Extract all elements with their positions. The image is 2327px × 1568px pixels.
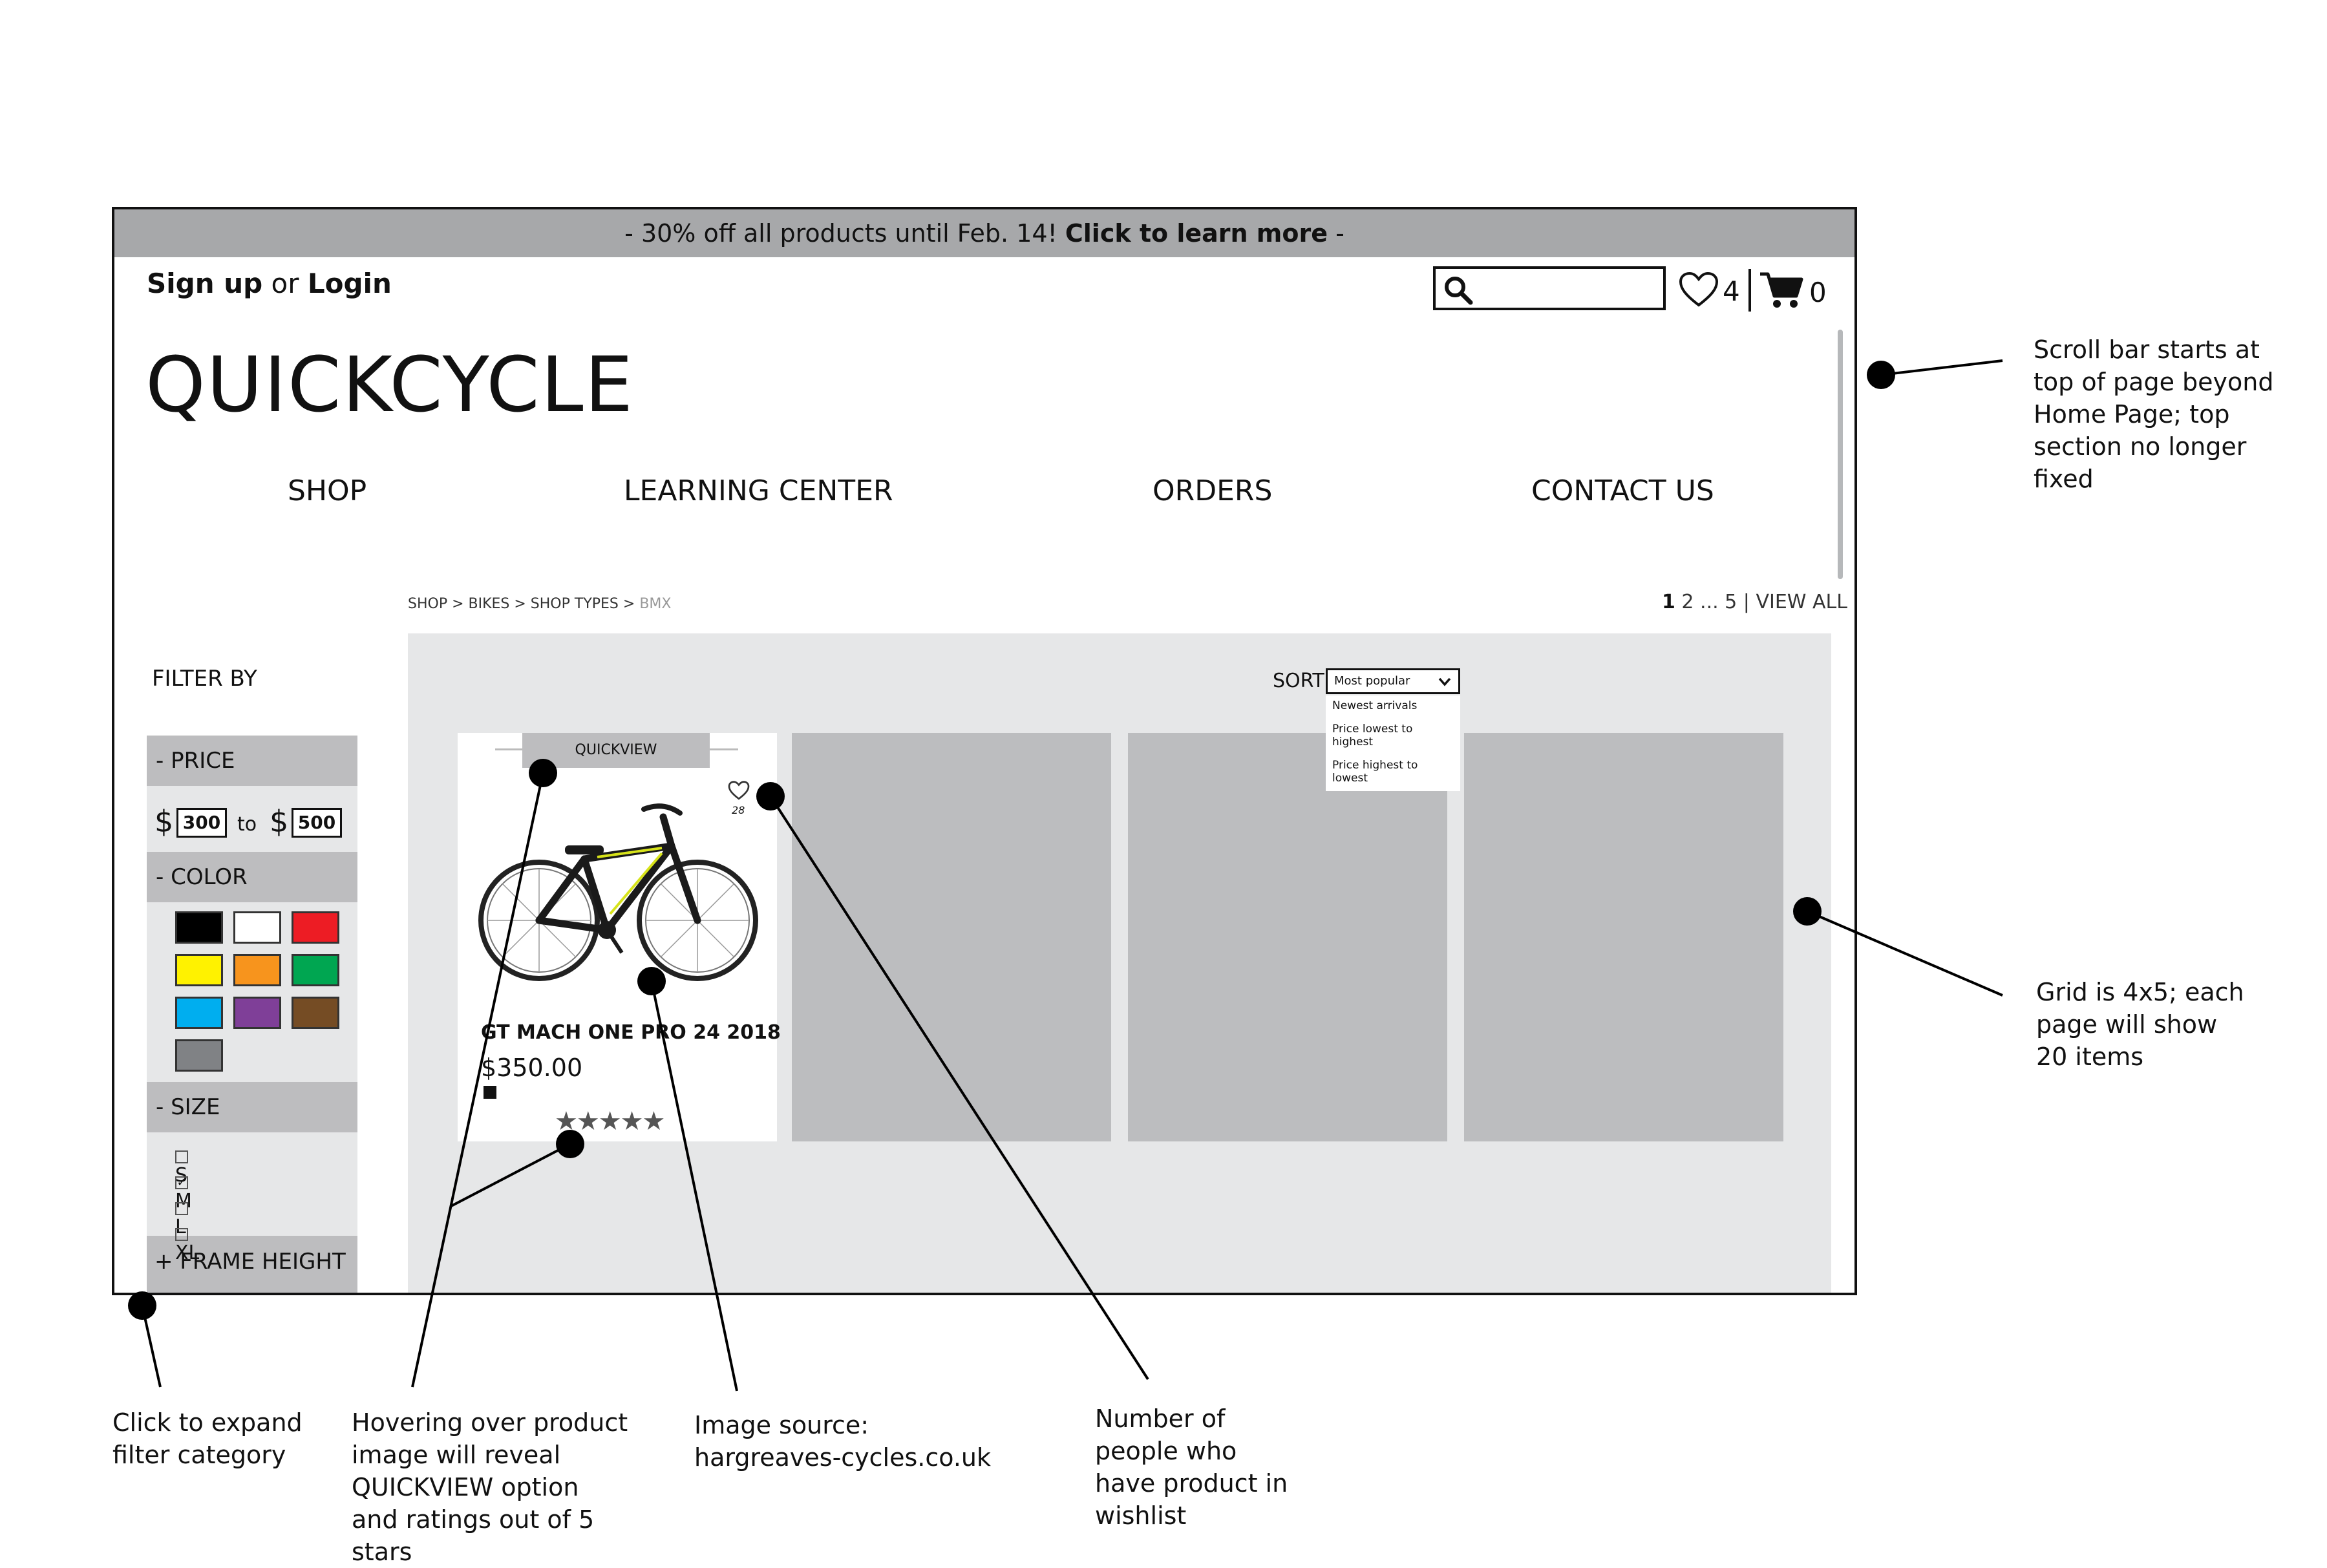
annotation-marker: [1867, 361, 1895, 389]
annotation-marker: [1793, 897, 1822, 926]
annotation-expand: Click to expand filter category: [112, 1408, 303, 1469]
annotation-marker: [756, 782, 785, 810]
annotation-hover: Hovering over product image will reveal …: [352, 1408, 628, 1566]
annotation-image: Image source: hargreaves-cycles.co.uk: [694, 1411, 992, 1472]
annotation-marker: [556, 1130, 584, 1158]
annotation-wishlist: Number of people who have product in wis…: [1095, 1404, 1288, 1530]
annotation-marker: [128, 1291, 156, 1320]
annotation-scroll: Scroll bar starts at top of page beyond …: [2034, 335, 2274, 493]
annotation-marker: [529, 759, 557, 787]
annotation-marker: [637, 967, 666, 995]
annotation-grid: Grid is 4x5; each page will show 20 item…: [2036, 978, 2244, 1071]
annotation-lines: [141, 359, 2003, 1392]
